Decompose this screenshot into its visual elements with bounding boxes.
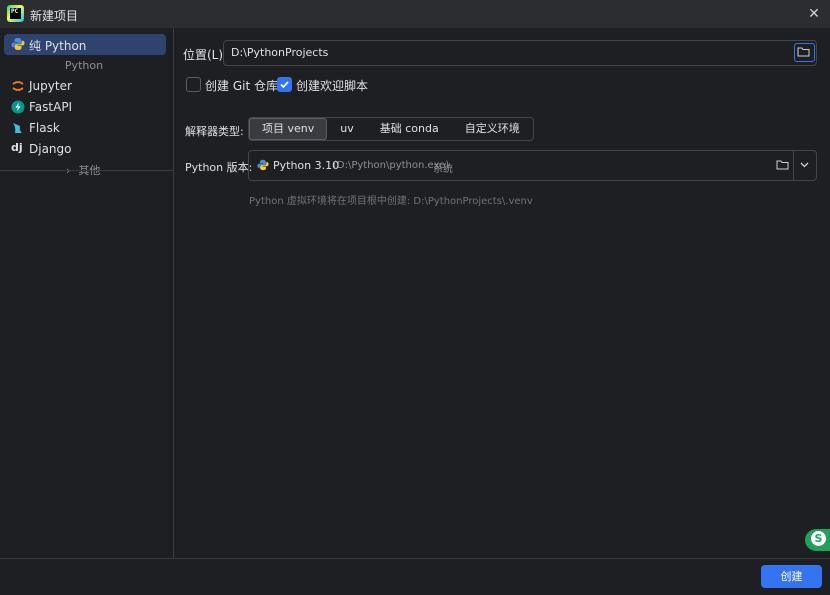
close-icon: ✕: [808, 6, 820, 22]
sidebar-item-label: Django: [29, 142, 72, 156]
sidebar-item-label: Flask: [29, 121, 60, 135]
sidebar-divider: [0, 170, 173, 171]
welcome-script-label: 创建欢迎脚本: [296, 79, 369, 93]
python-version-dropdown[interactable]: Python 3.10 (D:\Python\python.exe) 系统: [248, 150, 817, 181]
venv-hint: Python 虚拟环境将在项目根中创建: D:\PythonProjects\.…: [249, 196, 533, 207]
sidebar-item-pure-python[interactable]: 纯 Python: [4, 34, 166, 55]
location-value: D:\PythonProjects: [231, 46, 329, 59]
assistant-badge-icon: S: [811, 531, 826, 546]
floating-assistant-button[interactable]: S: [805, 529, 830, 551]
interpreter-option-custom[interactable]: 自定义环境: [452, 118, 533, 140]
project-type-sidebar: 纯 Python Python Jupyter FastAPI Flask dj…: [0, 28, 174, 558]
close-button[interactable]: ✕: [804, 4, 824, 24]
interpreter-option-uv[interactable]: uv: [327, 118, 366, 140]
dropdown-separator: [793, 151, 794, 180]
flask-icon: [13, 123, 22, 133]
pycharm-logo-icon: PC: [7, 5, 24, 22]
python-icon: [257, 159, 269, 171]
project-settings-form: 位置(L): D:\PythonProjects 创建 Git 仓库 创建欢迎脚…: [174, 28, 830, 558]
sidebar-item-label: FastAPI: [29, 100, 73, 114]
python-version-tag: 系统: [433, 164, 453, 175]
folder-icon[interactable]: [776, 159, 789, 170]
django-icon: dj: [11, 141, 23, 154]
python-icon: [11, 38, 25, 50]
welcome-script-checkbox[interactable]: [277, 77, 292, 92]
chevron-down-icon[interactable]: [799, 159, 810, 170]
interpreter-option-conda[interactable]: 基础 conda: [367, 118, 452, 140]
title-bar: PC 新建项目 ✕: [0, 0, 830, 28]
sidebar-item-django[interactable]: dj Django: [4, 139, 166, 160]
sidebar-item-label: Jupyter: [29, 79, 72, 93]
checkmark-icon: [280, 81, 289, 89]
window-title: 新建项目: [30, 9, 79, 23]
python-version-label: Python 版本:: [185, 161, 253, 174]
create-button[interactable]: 创建: [761, 565, 822, 588]
interpreter-type-label: 解释器类型:: [185, 125, 244, 138]
location-label: 位置(L):: [183, 48, 228, 62]
sidebar-item-flask[interactable]: Flask: [4, 118, 166, 139]
sidebar-item-jupyter[interactable]: Jupyter: [4, 76, 166, 97]
fastapi-icon: [11, 100, 25, 114]
folder-icon: [797, 47, 810, 57]
interpreter-type-selector: 项目 venv uv 基础 conda 自定义环境: [248, 117, 534, 141]
dialog-footer: 创建: [0, 558, 830, 595]
browse-folder-button[interactable]: [794, 43, 815, 62]
interpreter-option-venv[interactable]: 项目 venv: [249, 118, 328, 140]
git-checkbox-label: 创建 Git 仓库: [205, 79, 278, 93]
location-input[interactable]: D:\PythonProjects: [223, 40, 817, 66]
jupyter-icon: [12, 81, 24, 91]
git-checkbox[interactable]: [186, 77, 201, 92]
sidebar-group-header: Python: [64, 59, 104, 72]
python-version-path: (D:\Python\python.exe): [333, 160, 450, 171]
python-version-value: Python 3.10: [273, 159, 340, 172]
sidebar-item-label: 纯 Python: [29, 39, 87, 53]
sidebar-item-fastapi[interactable]: FastAPI: [4, 97, 166, 118]
